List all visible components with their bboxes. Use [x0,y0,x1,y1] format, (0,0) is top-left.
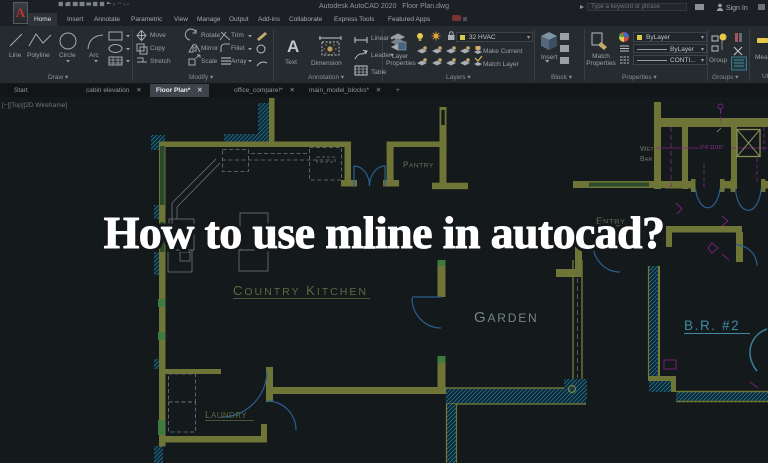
svg-text:B.R. #2: B.R. #2 [684,318,740,333]
svg-text:BAR: BAR [640,156,652,163]
svg-text:COUNTRY KITCHEN: COUNTRY KITCHEN [233,283,368,298]
svg-text:PANTRY: PANTRY [403,161,434,170]
svg-text:A: A [287,37,299,56]
svg-text:LAUNDRY: LAUNDRY [205,410,247,421]
svg-text:WET: WET [640,146,654,153]
svg-text:GARDEN: GARDEN [474,309,538,326]
svg-text:9'-0 11/16": 9'-0 11/16" [700,145,724,151]
